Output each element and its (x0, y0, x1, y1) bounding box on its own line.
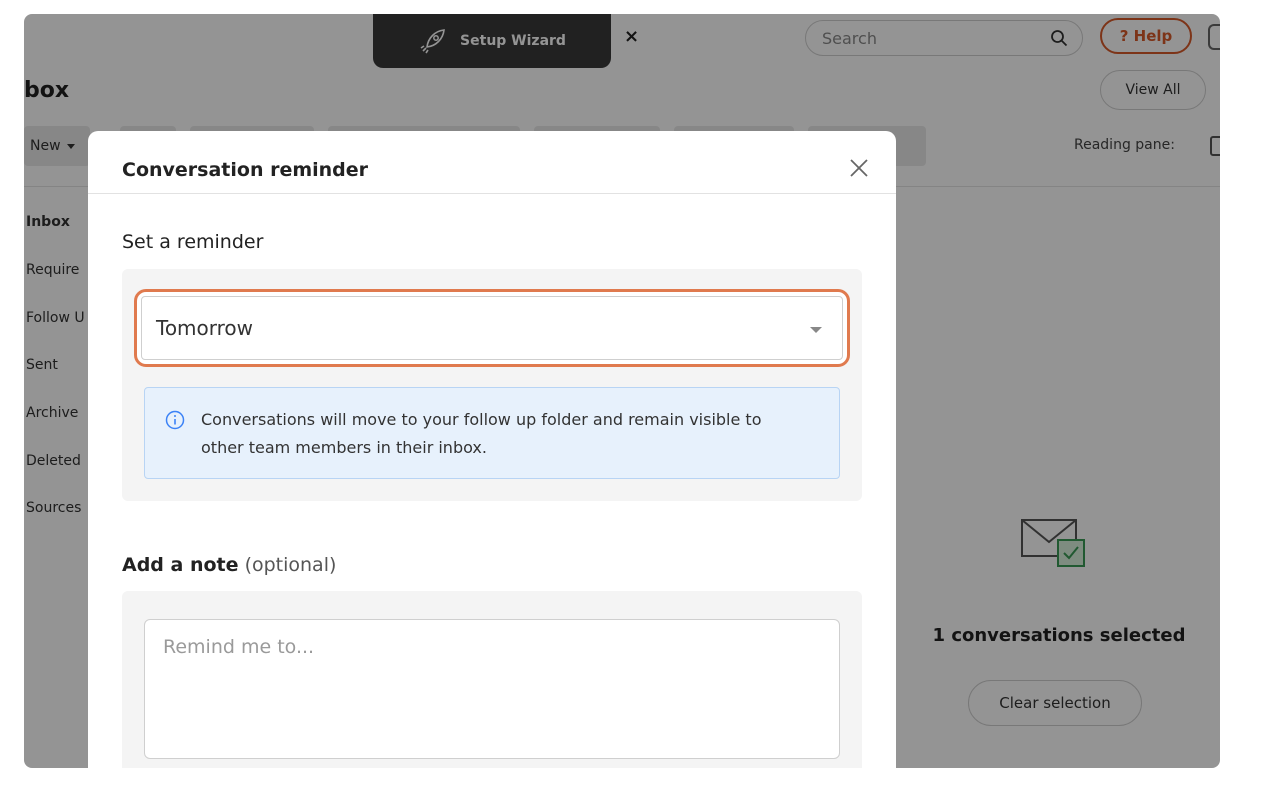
note-placeholder: Remind me to... (163, 636, 315, 658)
note-panel: Remind me to... (122, 591, 862, 768)
info-icon (165, 410, 185, 430)
close-icon[interactable] (848, 157, 870, 179)
app-frame: Setup Wizard × Search ? Help box View Al… (24, 14, 1220, 768)
reminder-select-focus-ring: Tomorrow (134, 289, 850, 367)
note-textarea[interactable]: Remind me to... (144, 619, 840, 759)
add-note-title: Add a note (122, 554, 239, 576)
add-note-label: Add a note (optional) (122, 554, 336, 576)
chevron-down-icon (810, 327, 822, 333)
reminder-select-value: Tomorrow (156, 316, 254, 340)
conversation-reminder-dialog: Conversation reminder Set a reminder Tom… (88, 131, 896, 768)
optional-label: (optional) (244, 554, 337, 576)
dialog-title: Conversation reminder (122, 159, 369, 181)
info-message: Conversations will move to your follow u… (144, 387, 840, 479)
set-reminder-label: Set a reminder (122, 231, 264, 253)
reminder-select[interactable]: Tomorrow (141, 296, 843, 360)
reminder-panel: Tomorrow Conversations will move to your… (122, 269, 862, 501)
dialog-header: Conversation reminder (88, 131, 896, 194)
info-message-text: Conversations will move to your follow u… (201, 410, 762, 457)
